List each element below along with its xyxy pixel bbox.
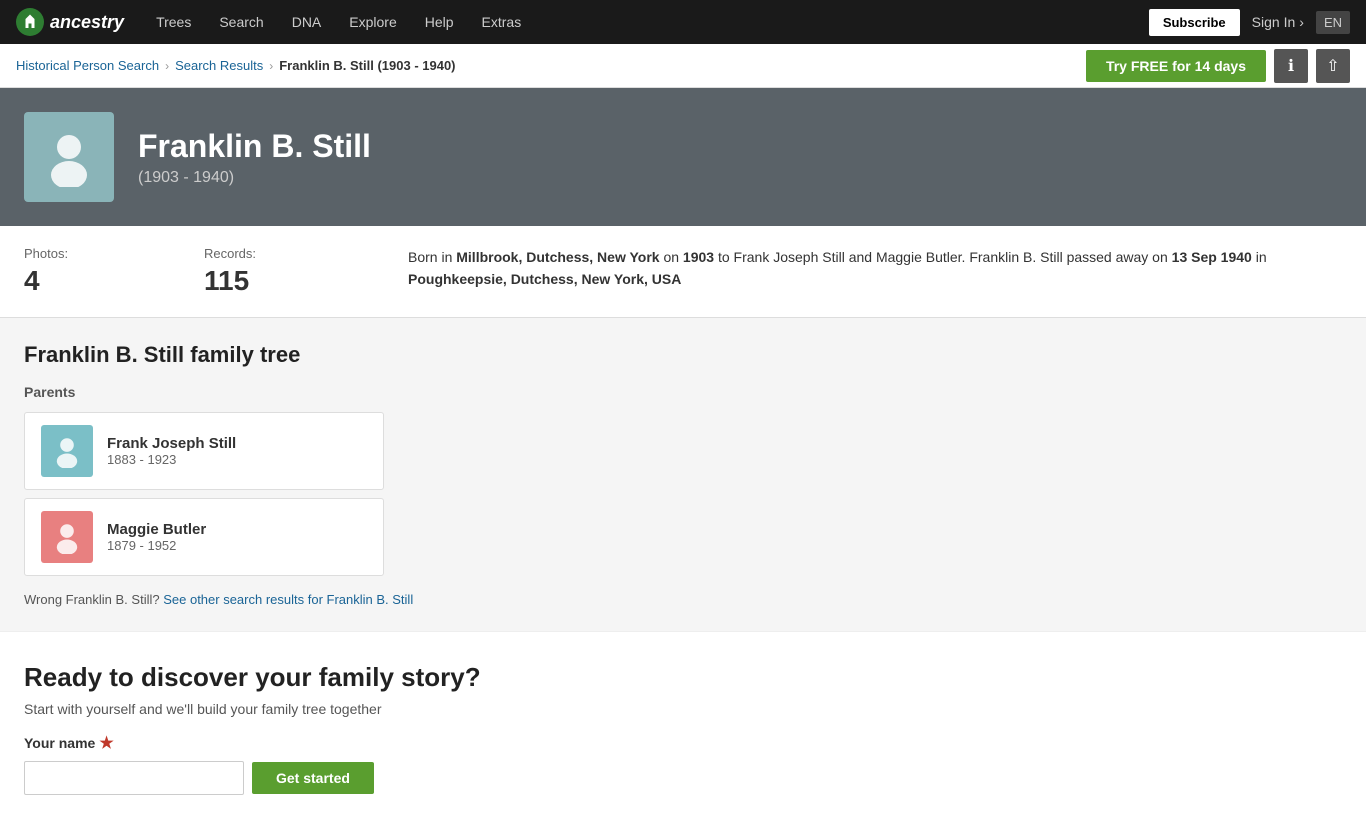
death-location: Poughkeepsie, Dutchess, New York, USA: [408, 271, 681, 287]
mother-info: Maggie Butler 1879 - 1952: [107, 521, 206, 553]
breadcrumb-current: Franklin B. Still (1903 - 1940): [279, 58, 455, 73]
signin-label: Sign In: [1252, 14, 1296, 30]
father-name: Frank Joseph Still: [107, 435, 236, 452]
signin-arrow: ›: [1299, 14, 1304, 30]
breadcrumb-search-results[interactable]: Search Results: [175, 58, 263, 73]
top-navigation: ancestry Trees Search DNA Explore Help E…: [0, 0, 1366, 44]
signin-link[interactable]: Sign In ›: [1252, 14, 1304, 30]
nav-help[interactable]: Help: [413, 0, 466, 44]
breadcrumb-sep-2: ›: [269, 59, 273, 73]
family-tree-title: Franklin B. Still family tree: [24, 342, 1342, 368]
father-avatar: [41, 425, 93, 477]
hero-info: Franklin B. Still (1903 - 1940): [138, 128, 371, 187]
cta-title: Ready to discover your family story?: [24, 662, 1342, 693]
born-year: 1903: [683, 249, 714, 265]
family-tree-section: Franklin B. Still family tree Parents Fr…: [0, 318, 1366, 631]
mother-name: Maggie Butler: [107, 521, 206, 538]
mother-years: 1879 - 1952: [107, 538, 206, 553]
mother-avatar: [41, 511, 93, 563]
hero-section: Franklin B. Still (1903 - 1940): [0, 88, 1366, 226]
nav-right: Subscribe Sign In › EN: [1149, 9, 1350, 36]
nav-trees[interactable]: Trees: [144, 0, 203, 44]
info-button[interactable]: ℹ: [1274, 49, 1308, 83]
breadcrumb-bar: Historical Person Search › Search Result…: [0, 44, 1366, 88]
wrong-label: Wrong Franklin B. Still?: [24, 592, 160, 607]
get-started-button[interactable]: Get started: [252, 762, 374, 794]
father-years: 1883 - 1923: [107, 452, 236, 467]
cta-subtitle: Start with yourself and we'll build your…: [24, 701, 1342, 717]
records-label: Records:: [204, 246, 384, 261]
language-button[interactable]: EN: [1316, 11, 1350, 34]
photos-label: Photos:: [24, 246, 204, 261]
person-name: Franklin B. Still: [138, 128, 371, 165]
wrong-link[interactable]: See other search results for Franklin B.…: [163, 592, 413, 607]
hero-avatar: [24, 112, 114, 202]
nav-explore[interactable]: Explore: [337, 0, 408, 44]
share-icon: ⇧: [1326, 56, 1339, 76]
records-value: 115: [204, 265, 384, 297]
nav-dna[interactable]: DNA: [280, 0, 334, 44]
cta-name-label: Your name ★: [24, 733, 1342, 753]
logo-text: ancestry: [50, 12, 124, 33]
breadcrumb-historical[interactable]: Historical Person Search: [16, 58, 159, 73]
your-name-input[interactable]: [24, 761, 244, 795]
required-star: ★: [99, 733, 113, 753]
parent-card-father[interactable]: Frank Joseph Still 1883 - 1923: [24, 412, 384, 490]
nav-items: Trees Search DNA Explore Help Extras: [144, 0, 1149, 44]
death-date: 13 Sep 1940: [1172, 249, 1252, 265]
photos-block: Photos: 4: [24, 246, 204, 297]
parent-card-mother[interactable]: Maggie Butler 1879 - 1952: [24, 498, 384, 576]
born-location: Millbrook, Dutchess, New York: [456, 249, 659, 265]
info-icon: ℹ: [1288, 56, 1294, 76]
records-block: Records: 115: [204, 246, 384, 297]
bio-text: Born in Millbrook, Dutchess, New York on…: [384, 246, 1342, 297]
nav-extras[interactable]: Extras: [470, 0, 534, 44]
try-free-button[interactable]: Try FREE for 14 days: [1086, 50, 1266, 82]
parents-label: Parents: [24, 384, 1342, 400]
father-info: Frank Joseph Still 1883 - 1923: [107, 435, 236, 467]
breadcrumb-sep-1: ›: [165, 59, 169, 73]
share-button[interactable]: ⇧: [1316, 49, 1350, 83]
breadcrumb: Historical Person Search › Search Result…: [16, 58, 456, 73]
ancestry-logo[interactable]: ancestry: [16, 8, 124, 36]
subscribe-button[interactable]: Subscribe: [1149, 9, 1240, 36]
wrong-text: Wrong Franklin B. Still? See other searc…: [24, 592, 1342, 607]
logo-icon: [16, 8, 44, 36]
photos-value: 4: [24, 265, 204, 297]
nav-search[interactable]: Search: [207, 0, 275, 44]
cta-input-row: Get started: [24, 761, 1342, 795]
name-label-text: Your name: [24, 735, 95, 751]
stats-row: Photos: 4 Records: 115 Born in Millbrook…: [0, 226, 1366, 318]
person-years: (1903 - 1940): [138, 169, 371, 187]
breadcrumb-actions: Try FREE for 14 days ℹ ⇧: [1086, 49, 1350, 83]
cta-section: Ready to discover your family story? Sta…: [0, 631, 1366, 825]
